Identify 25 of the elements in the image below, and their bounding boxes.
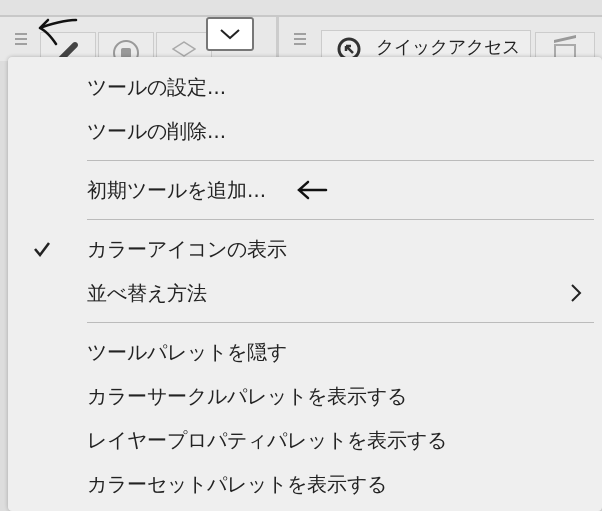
menu-icon[interactable]: [293, 32, 307, 46]
menu-item-label: 初期ツールを追加...: [87, 176, 266, 204]
menu-item[interactable]: ツールの削除...: [8, 109, 602, 153]
menu-item[interactable]: レイヤープロパティパレットを表示する: [8, 418, 602, 462]
menu-item-label: カラーセットパレットを表示する: [87, 470, 387, 498]
chevron-down-icon: [219, 27, 241, 41]
annotation-arrow: [38, 16, 78, 46]
menu-item-label: レイヤープロパティパレットを表示する: [87, 426, 447, 454]
menu-item[interactable]: ツールの設定...: [8, 65, 602, 109]
annotation-arrow: [296, 180, 328, 200]
menu-item[interactable]: カラーセットパレットを表示する: [8, 462, 602, 506]
menu-icon[interactable]: [14, 32, 28, 46]
menu-item-label: ツールの設定...: [87, 74, 226, 100]
dropdown-button[interactable]: [206, 17, 254, 51]
menu-item-label: ツールパレットを隠す: [87, 338, 287, 366]
menu-item-label: ツールの削除...: [87, 118, 226, 144]
menu-item-label: カラーサークルパレットを表示する: [87, 382, 407, 410]
menu-item[interactable]: ツールパレットを隠す: [8, 330, 602, 374]
menu-item-label: カラーアイコンの表示: [87, 236, 287, 262]
menu-item[interactable]: カラーサークルパレットを表示する: [8, 374, 602, 418]
menu-item[interactable]: 並べ替え方法: [8, 271, 602, 315]
menu-item[interactable]: 初期ツールを追加...: [8, 168, 602, 212]
layers-icon: [172, 41, 196, 57]
menu-item[interactable]: カラーアイコンの表示: [8, 227, 602, 271]
menu-item-label: 並べ替え方法: [87, 280, 207, 306]
